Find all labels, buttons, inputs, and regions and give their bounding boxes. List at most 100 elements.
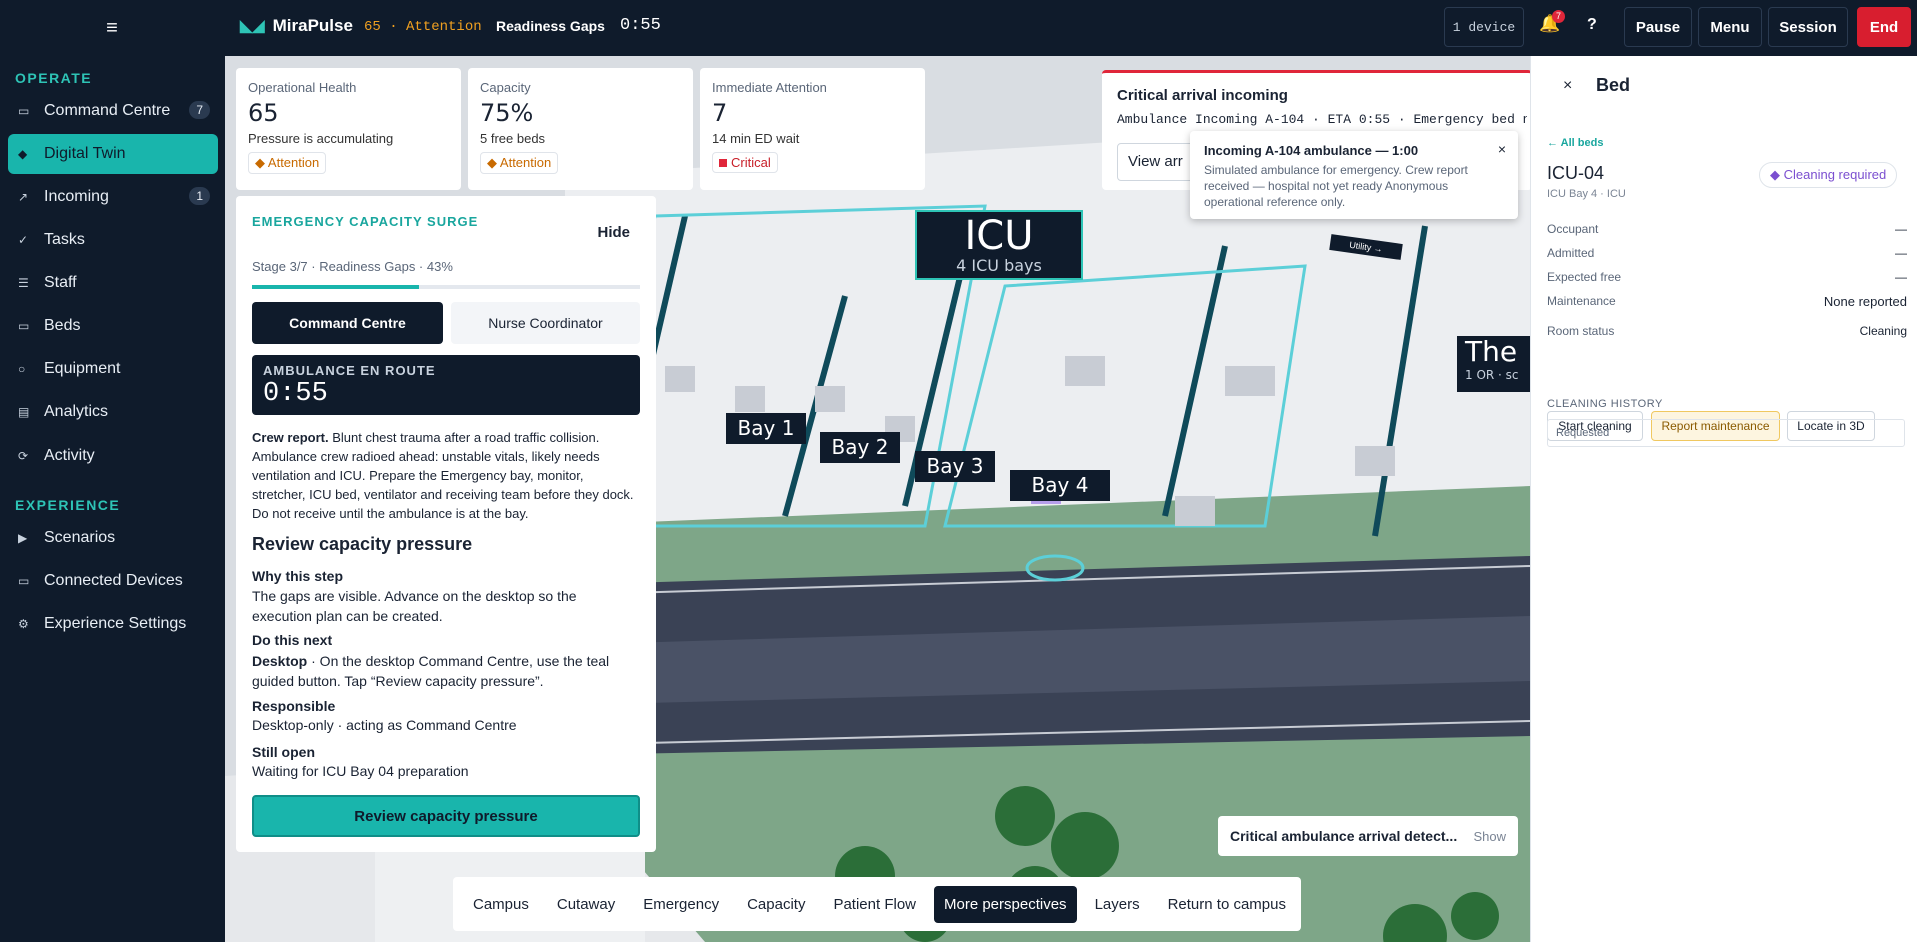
tab-nurse-coordinator[interactable]: Nurse Coordinator [451,302,640,344]
ambulance-ticker: Ambulance Incoming A-104 · ETA 0:55 · Em… [1117,112,1527,127]
stat-value: 65 [248,99,279,127]
theatre-title: The [1465,336,1518,368]
stage-progress-track [252,285,640,289]
notification-count-badge: 7 [1552,10,1565,23]
next-heading: Do this next [252,632,333,648]
refresh-icon: ⟳ [18,449,29,463]
ambulance-timer: 0:55 [263,379,328,409]
diamond-icon: ◆ [1770,167,1784,182]
bay-3-label[interactable]: Bay 3 [915,451,995,482]
still-open-text: Waiting for ICU Bay 04 preparation [252,763,469,779]
stat-card-capacity[interactable]: Capacity 75% 5 free beds ◆ Attention [468,68,693,190]
sidebar-item-activity[interactable]: ⟳ Activity [8,436,218,476]
tab-patient-flow[interactable]: Patient Flow [823,886,926,923]
critical-arrival-title: Critical arrival incoming [1117,87,1288,104]
stat-value: 75% [480,99,534,127]
pause-button[interactable]: Pause [1624,7,1692,47]
arrival-notification[interactable]: Critical ambulance arrival detect... Sho… [1218,816,1518,856]
nav-count-badge: 7 [189,101,210,119]
device-chip[interactable]: 1 device [1444,7,1524,47]
help-button[interactable]: ? [1587,16,1597,34]
row-occupant: Occupant — [1547,222,1907,236]
review-capacity-button[interactable]: Review capacity pressure [252,795,640,837]
show-button[interactable]: Show [1473,829,1506,844]
sidebar-item-tasks[interactable]: ✓ Tasks [8,220,218,260]
next-text: Desktop · On the desktop Command Centre,… [252,653,610,689]
crew-report: Crew report. Blunt chest trauma after a … [252,430,634,521]
stat-subtext: 14 min ED wait [712,131,800,146]
history-item: Requested [1547,419,1905,447]
close-icon[interactable]: × [1498,141,1506,157]
tab-layers[interactable]: Layers [1085,886,1150,923]
diamond-icon: ◆ [487,155,500,170]
scenario-guide-panel: EMERGENCY CAPACITY SURGE Hide Stage 3/7 … [236,196,656,852]
stage-progress-fill [252,285,419,289]
diamond-icon: ◆ [255,155,268,170]
toast-body: Simulated ambulance for emergency. Crew … [1204,163,1468,209]
icu-subtitle: 4 ICU bays [956,256,1042,275]
end-button[interactable]: End [1857,7,1911,47]
sidebar-item-connected-devices[interactable]: ▭ Connected Devices [8,561,218,601]
sidebar-item-incoming[interactable]: ↗ Incoming 1 [8,177,218,217]
attention-badge: ◆ Attention [480,152,559,174]
app-name: MiraPulse [272,16,353,35]
diamond-icon: ◆ [18,147,28,161]
hide-button[interactable]: Hide [597,224,630,241]
stat-card-operational-health[interactable]: Operational Health 65 Pressure is accumu… [236,68,461,190]
notification-text: Critical ambulance arrival detect... [1230,828,1458,844]
theatre-label[interactable]: The 1 OR · sc [1457,336,1530,392]
stat-card-immediate-attention[interactable]: Immediate Attention 7 14 min ED wait Cri… [700,68,925,190]
responsible-text: Desktop-only · acting as Command Centre [252,717,517,733]
bay-2-label[interactable]: Bay 2 [820,432,900,463]
step-title: Review capacity pressure [252,534,473,554]
monitor-icon: ▭ [18,104,30,118]
health-score: 65 · Attention [364,19,482,35]
row-maintenance: Maintenance None reported [1547,294,1907,309]
gear-icon: ⚙ [18,617,29,631]
bay-1-label[interactable]: Bay 1 [726,413,806,444]
bed-id: ICU-04 [1547,163,1605,183]
sidebar-item-equipment[interactable]: ○ Equipment [8,349,218,389]
responsible-heading: Responsible [252,698,336,714]
theatre-subtitle: 1 OR · sc [1465,368,1519,382]
panel-eyebrow: EMERGENCY CAPACITY SURGE [252,214,479,229]
hamburger-icon[interactable]: ≡ [100,16,124,40]
sidebar-item-analytics[interactable]: ▤ Analytics [8,392,218,432]
experience-heading: EXPERIENCE [15,497,121,513]
bay-4-label[interactable]: Bay 4 [1010,470,1110,501]
arrow-up-right-icon: ↗ [18,190,29,204]
close-icon[interactable]: × [1563,77,1572,95]
app-logo: ◣◢ MiraPulse [240,16,353,36]
bed-icon: ▭ [18,319,30,333]
tab-campus[interactable]: Campus [463,886,539,923]
stat-subtext: 5 free beds [480,131,546,146]
square-icon [719,159,727,167]
sidebar-item-scenarios[interactable]: ▶ Scenarios [8,518,218,558]
panel-title: Bed [1596,75,1631,95]
all-beds-link[interactable]: ← All beds [1547,137,1603,149]
sidebar-item-experience-settings[interactable]: ⚙ Experience Settings [8,604,218,644]
icu-label[interactable]: ICU 4 ICU bays [915,210,1083,280]
stat-label: Capacity [480,80,531,95]
sidebar-item-digital-twin[interactable]: ◆ Digital Twin [8,134,218,174]
why-heading: Why this step [252,568,344,584]
sidebar-item-beds[interactable]: ▭ Beds [8,306,218,346]
tab-return-to-campus[interactable]: Return to campus [1158,886,1296,923]
tab-more-perspectives[interactable]: More perspectives [934,885,1077,923]
menu-button[interactable]: Menu [1698,7,1762,47]
session-button[interactable]: Session [1768,7,1848,47]
tab-emergency[interactable]: Emergency [633,886,729,923]
stat-value: 7 [712,99,728,127]
pulse-logo-icon: ◣◢ [240,18,265,35]
list-icon: ☰ [18,276,29,290]
sidebar-item-staff[interactable]: ☰ Staff [8,263,218,303]
row-admitted: Admitted — [1547,246,1907,260]
tab-capacity[interactable]: Capacity [737,886,815,923]
stat-subtext: Pressure is accumulating [248,131,394,146]
sidebar-item-command-centre[interactable]: ▭ Command Centre 7 [8,91,218,131]
tab-command-centre[interactable]: Command Centre [252,302,443,344]
tab-cutaway[interactable]: Cutaway [547,886,625,923]
stage-name: Readiness Gaps [496,18,605,34]
ambulance-countdown: AMBULANCE EN ROUTE 0:55 [252,355,640,415]
critical-badge: Critical [712,152,778,173]
